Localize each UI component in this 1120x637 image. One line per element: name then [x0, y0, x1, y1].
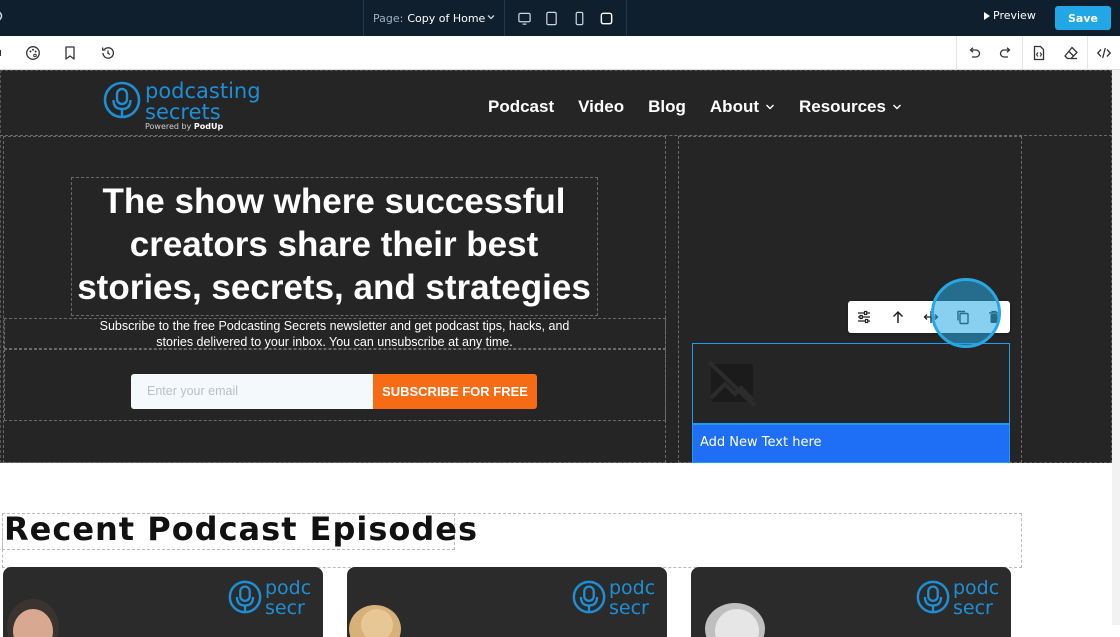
bookmark-icon[interactable]	[62, 45, 78, 61]
guest-photo-icon	[7, 599, 59, 637]
card-logo-word2: secr	[609, 597, 649, 619]
nav-item-podcast[interactable]: Podcast	[488, 97, 554, 117]
eraser-icon[interactable]	[1063, 45, 1079, 61]
edge-glyph-icon	[0, 11, 3, 21]
chevron-down-icon	[487, 15, 495, 20]
nav-item-label: Blog	[648, 97, 686, 116]
guest-photo-icon	[705, 603, 765, 637]
logo-powered-by: Powered by PodUp	[145, 122, 223, 131]
card-logo: podc secr	[915, 575, 1011, 621]
code-file-icon[interactable]	[1031, 45, 1047, 61]
image-placeholder[interactable]	[692, 343, 1010, 424]
chevron-down-icon	[892, 104, 901, 110]
guest-photo-icon	[349, 605, 401, 637]
page-selector-value: Copy of Home	[407, 11, 486, 25]
episode-card[interactable]: podc secr	[347, 567, 667, 637]
image-placeholder-icon	[707, 360, 757, 408]
logo-word-secrets: secrets	[145, 100, 221, 124]
toolbar-separator	[1022, 36, 1023, 70]
editor-topbar: Page: Copy of Home Preview Save	[0, 0, 1120, 36]
episode-card[interactable]: podc secr	[3, 567, 323, 637]
history-icon[interactable]	[100, 45, 116, 61]
card-logo-word1: podc	[265, 577, 312, 599]
powered-by-prefix: Powered by	[145, 122, 192, 131]
card-logo-word2: secr	[953, 597, 993, 619]
play-icon	[984, 11, 990, 20]
undo-icon[interactable]	[966, 45, 982, 61]
palette-icon[interactable]	[25, 45, 41, 61]
subscribe-button[interactable]: SUBSCRIBE FOR FREE	[373, 374, 537, 409]
section-title-recent-episodes[interactable]: Recent Podcast Episodes	[4, 510, 477, 548]
save-button[interactable]: Save	[1055, 6, 1111, 30]
hero-section[interactable]: podcasting secrets Powered by PodUp Podc…	[0, 70, 1112, 463]
hero-subtext[interactable]: Subscribe to the free Podcasting Secrets…	[4, 318, 665, 350]
preview-label: Preview	[993, 9, 1036, 22]
nav-item-label: Video	[578, 97, 625, 116]
device-switcher	[505, 0, 627, 36]
nav-item-blog[interactable]: Blog	[648, 97, 686, 117]
canvas-scrollbar[interactable]	[1112, 70, 1120, 625]
nav-item-label: About	[709, 97, 759, 116]
nav-item-label: Podcast	[488, 97, 555, 116]
click-highlight-indicator	[931, 278, 1001, 348]
microphone-logo-icon	[103, 81, 141, 119]
microphone-logo-icon	[572, 580, 606, 614]
card-logo-word1: podc	[953, 577, 1000, 599]
arrow-up-icon[interactable]	[890, 309, 906, 325]
mobile-icon[interactable]	[572, 11, 587, 26]
card-logo-word1: podc	[609, 577, 656, 599]
main-nav: Podcast Video Blog About Resources	[488, 96, 926, 118]
nav-item-about[interactable]: About	[710, 97, 775, 117]
episode-card[interactable]: podc secr	[691, 567, 1011, 637]
toolbar-separator	[956, 36, 957, 70]
square-icon[interactable]	[599, 11, 614, 26]
desktop-icon[interactable]	[517, 11, 532, 26]
site-logo[interactable]: podcasting secrets Powered by PodUp	[103, 79, 283, 133]
hero-headline[interactable]: The show where successful creators share…	[71, 177, 597, 315]
chevron-down-icon	[766, 104, 774, 110]
code-icon[interactable]	[1096, 45, 1112, 61]
card-logo-word2: secr	[265, 597, 305, 619]
redo-icon[interactable]	[998, 45, 1014, 61]
nav-item-video[interactable]: Video	[578, 97, 624, 117]
new-text-block[interactable]: Add New Text here	[692, 424, 1010, 463]
settings-sliders-icon[interactable]	[856, 309, 872, 325]
toolbar-separator	[1087, 36, 1088, 70]
nav-item-resources[interactable]: Resources	[799, 97, 902, 117]
page-canvas: podcasting secrets Powered by PodUp Podc…	[0, 70, 1120, 637]
tablet-icon[interactable]	[544, 11, 559, 26]
microphone-logo-icon	[228, 580, 262, 614]
page-selector[interactable]: Page: Copy of Home	[363, 0, 505, 36]
microphone-logo-icon	[916, 580, 950, 614]
edge-marker-icon	[0, 50, 1, 56]
card-logo: podc secr	[571, 575, 667, 621]
preview-button[interactable]: Preview	[984, 9, 1036, 22]
card-logo: podc secr	[227, 575, 323, 621]
page-selector-label: Page:	[373, 11, 404, 25]
powered-by-brand: PodUp	[193, 122, 224, 131]
nav-item-label: Resources	[799, 97, 886, 116]
email-input[interactable]: Enter your email	[131, 374, 374, 409]
editor-toolbar	[0, 36, 1120, 70]
